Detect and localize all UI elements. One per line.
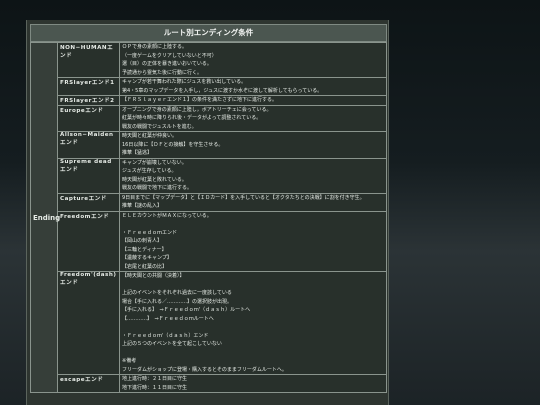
ending-row: Captureエンド 9日目までに【マップデータ】と【ＩＤカード】を入手していると… — [31, 192, 387, 212]
condition-line: ＥＬＥカウントがＭＡＸになっている。 — [122, 212, 212, 219]
condition-line: ＯＰで身の素顔に上陸する。 — [122, 44, 188, 50]
ending-row: FRSlayerエンド2 【ＦＲＳｌａｙｅｒエンド１】の条件を満たさずに地下に進行… — [31, 95, 387, 106]
condition-line: ※備考 — [122, 358, 137, 364]
ending-conditions: 地上進行時：２１日目に守生 地下進行時：１１日目に守生 — [119, 374, 387, 393]
condition-line: キャンプが若干舞われた際にジュスを救い出している。 — [122, 79, 247, 85]
condition-line — [122, 281, 384, 290]
ending-name: Supreme deadエンド — [57, 157, 120, 194]
ending-row: Allson−Maidenエンド 時天閣と紅葉が仲良い。 16日以降に【ＤＦとの接触… — [31, 131, 387, 159]
ending-row: Freedom'(dash)エンド 【時天閣との共闘（決着）】上記のイベントをそれ… — [31, 271, 387, 375]
condition-line: 上記の５つのイベントを全て起こしていない — [122, 341, 222, 347]
ending-conditions: 9日目までに【マップデータ】と【ＩＤカード】を入手していると【オクタたちとの決戦… — [119, 192, 387, 212]
condition-line: 【岡山の刺青人】 — [122, 238, 163, 244]
condition-line: 時天閣と紅葉が仲良い。 — [122, 133, 178, 139]
condition-line: キャンプが崩壊していない。 — [122, 159, 187, 166]
condition-line: 推華【謎の乱入】 — [122, 203, 163, 209]
table-caption: ルート別エンディング条件 — [30, 24, 387, 42]
condition-line: 上記のイベントをそれぞれ過去に一度該している — [122, 290, 232, 296]
ending-conditions: ＥＬＥカウントがＭＡＸになっている。 ・Ｆｒｅｅｄｏｍエンド 【岡山の刺青人】 【三輪… — [119, 210, 387, 272]
ending-conditions: オープニングで身の素顔に上陸し，ボアトリーチェに会っている。 紅葉が時々時に降りら… — [119, 104, 387, 132]
condition-line: 推華【猛逃】 — [122, 150, 153, 156]
condition-line: 第4・5章のマップデータを入手し，ジュスに渡すか水ぞに渡して解析してもらっている… — [122, 87, 323, 94]
condition-line: 時天閣が紅葉と敗れている。 — [122, 176, 187, 183]
ending-name: FRSlayerエンド2 — [57, 95, 120, 106]
condition-line: 紅葉が時々時に降りられ後・データがよって調整されている。 — [122, 115, 262, 121]
ending-name: NON−HUMANエンド — [57, 42, 120, 78]
condition-line: 【岩尾と紅葉の比】 — [122, 263, 168, 270]
ending-row: Ending NON−HUMANエンド ＯＰで身の素顔に上陸する。 （一度ゲームをクリ… — [30, 42, 387, 393]
condition-line: ・Ｆｒｅｅｄｏｍエンド — [122, 229, 178, 236]
ending-conditions: キャンプが若干舞われた際にジュスを救い出している。第4・5章のマップデータを入手… — [119, 77, 387, 96]
condition-line: 【遺蔽するキャンプ】 — [122, 255, 172, 261]
condition-line: 戦友の戦闘で地下に進行する。 — [122, 185, 193, 191]
ending-row: escapeエンド 地上進行時：２１日目に守生 地下進行時：１１日目に守生 — [31, 374, 387, 393]
ending-row: Europeエンド オープニングで身の素顔に上陸し，ボアトリーチェに会っている。紅… — [31, 104, 387, 132]
condition-line: フリーダムがショップに登場・購入するとそのままフリーダムルートへ。 — [122, 366, 287, 373]
condition-line: 予読通から霊気た後に行動に行く。 — [122, 69, 203, 76]
ending-conditions: 【時天閣との共闘（決着）】上記のイベントをそれぞれ過去に一度該している 場合【手に… — [119, 271, 387, 375]
endings-table: Ending NON−HUMANエンド ＯＰで身の素顔に上陸する。 （一度ゲームをクリ… — [30, 42, 387, 393]
condition-line: ジュスが生存している。 — [122, 168, 177, 174]
ending-name: escapeエンド — [57, 374, 120, 393]
condition-line: 【ＦＲＳｌａｙｅｒエンド１】の条件を満たさずに地下に進行する。 — [122, 97, 278, 103]
condition-line: 場合【手に入れる／…………】の選択肢が出現。 — [122, 298, 233, 305]
ending-conditions: キャンプが崩壊していない。 ジュスが生存している。時天閣が紅葉と敗れている。 戦友の… — [119, 157, 387, 194]
ending-conditions: 時天閣と紅葉が仲良い。 16日以降に【ＤＦとの接触】を守生させる。 推華【猛逃】 — [119, 131, 387, 159]
group-label: Ending — [30, 42, 60, 393]
ending-conditions-page: ルート別エンディング条件 Ending NON−HUMANエンド ＯＰで身の素顔に上… — [26, 20, 389, 405]
condition-line: 地上進行時：２１日目に守生 — [122, 376, 188, 382]
ending-row: FRSlayerエンド1 キャンプが若干舞われた際にジュスを救い出している。第4・… — [31, 77, 387, 96]
condition-line: （一度ゲームをクリアしていないと不可） — [122, 52, 217, 59]
ending-name: Europeエンド — [57, 104, 120, 132]
condition-line: 【…………】 ⇒Ｆｒｅｅｄｏｍルートへ — [122, 315, 214, 322]
condition-line: 【時天閣との共闘（決着）】 — [122, 273, 185, 279]
ending-conditions: ＯＰで身の素顔に上陸する。 （一度ゲームをクリアしていないと不可） 選（目）の正体を… — [119, 42, 387, 78]
condition-line — [122, 220, 384, 229]
condition-line: 地下進行時：１１日目に守生 — [122, 384, 188, 391]
condition-line — [122, 323, 384, 332]
condition-line: 9日目までに【マップデータ】と【ＩＤカード】を入手していると【オクタたちとの決戦… — [122, 194, 365, 201]
ending-name: Freedom'(dash)エンド — [57, 271, 120, 375]
condition-line: ・Ｆｒｅｅｄｏｍ'（ｄａｓｈ）エンド — [122, 332, 209, 339]
condition-line: 【手に入れる】 ⇒Ｆｒｅｅｄｏｍ'（ｄａｓｈ）ルートへ — [122, 307, 251, 313]
condition-line — [122, 349, 384, 358]
ending-name: FRSlayerエンド1 — [57, 77, 120, 96]
condition-line: 16日以降に【ＤＦとの接触】を守生させる。 — [122, 141, 224, 148]
ending-name: Freedomエンド — [57, 210, 120, 272]
condition-line: 【三輪とディナー】 — [122, 246, 167, 253]
condition-line: 戦友の戦闘でジュスルトを進む。 — [122, 123, 197, 130]
ending-name: Captureエンド — [57, 192, 120, 212]
ending-row: Freedomエンド ＥＬＥカウントがＭＡＸになっている。 ・Ｆｒｅｅｄｏｍエンド【… — [31, 210, 387, 272]
ending-name: Allson−Maidenエンド — [57, 131, 120, 159]
ending-row: Supreme deadエンド キャンプが崩壊していない。 ジュスが生存している。時… — [31, 157, 387, 194]
condition-line: オープニングで身の素顔に上陸し，ボアトリーチェに会っている。 — [122, 106, 272, 113]
ending-conditions: 【ＦＲＳｌａｙｅｒエンド１】の条件を満たさずに地下に進行する。 — [119, 95, 387, 106]
condition-line: 選（目）の正体を暴き進いおいている。 — [122, 61, 212, 67]
